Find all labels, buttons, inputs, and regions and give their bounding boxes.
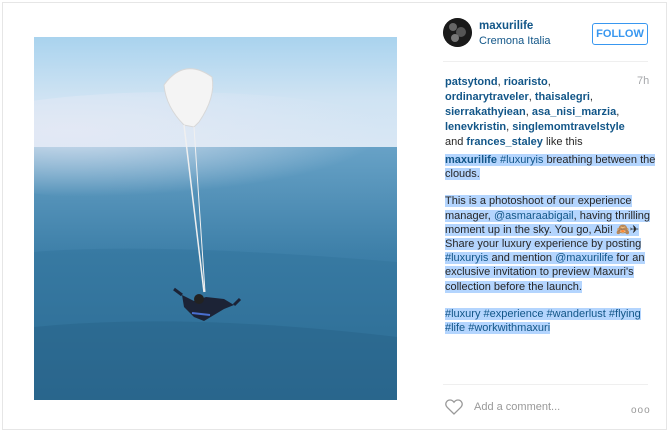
hashtag-link[interactable]: #luxury [445, 308, 480, 320]
hashtag-link[interactable]: #workwithmaxuri [468, 322, 550, 334]
caption-username[interactable]: maxurilife [445, 154, 497, 166]
mention-link[interactable]: @maxurilife [555, 252, 613, 264]
hashtag-link[interactable]: #wanderlust [547, 308, 606, 320]
hashtag-link[interactable]: #life [445, 322, 465, 334]
caption-text: and mention [491, 252, 553, 265]
likes-text: patsytond, rioaristo, ordinarytraveler, … [445, 76, 625, 148]
hashtag-link[interactable]: #luxuryis [445, 252, 488, 264]
liker-link[interactable]: frances_staley [466, 136, 542, 148]
comment-input[interactable]: Add a comment... [474, 401, 560, 413]
likes-suffix: like this [545, 136, 583, 148]
footer-divider [443, 384, 648, 385]
emoji: 🙈✈ [616, 223, 639, 236]
avatar[interactable] [443, 18, 472, 47]
hashtag-link[interactable]: #experience [484, 308, 544, 320]
liker-link[interactable]: thaisalegri [535, 91, 590, 103]
follow-button[interactable]: FOLLOW [592, 23, 648, 45]
like-heart-icon[interactable] [445, 399, 463, 415]
hashtag-link[interactable]: #flying [609, 308, 641, 320]
liker-link[interactable]: rioaristo [504, 76, 548, 88]
liker-link[interactable]: asa_nisi_marzia [532, 106, 616, 118]
post-time: 7h [637, 75, 650, 87]
username-link[interactable]: maxurilife [479, 20, 533, 32]
post-photo[interactable] [34, 37, 397, 400]
caption: maxurilife #luxuryis breathing between t… [445, 153, 657, 348]
liker-link[interactable]: patsytond [445, 76, 498, 88]
mention-link[interactable]: @asmaraabigail [494, 210, 574, 222]
liker-link[interactable]: singlemomtravelstyle [512, 121, 625, 133]
liker-link[interactable]: ordinarytraveler [445, 91, 529, 103]
more-options-icon[interactable]: ooo [631, 405, 651, 416]
location-link[interactable]: Cremona Italia [479, 35, 551, 47]
liker-link[interactable]: sierrakathyiean [445, 106, 526, 118]
header-divider [443, 61, 648, 62]
liker-link[interactable]: lenevkristin [445, 121, 506, 133]
likes-and: and [445, 136, 464, 148]
hashtag-link[interactable]: #luxuryis [500, 154, 543, 166]
caption-text: Share your luxury experience by posting [445, 238, 642, 251]
